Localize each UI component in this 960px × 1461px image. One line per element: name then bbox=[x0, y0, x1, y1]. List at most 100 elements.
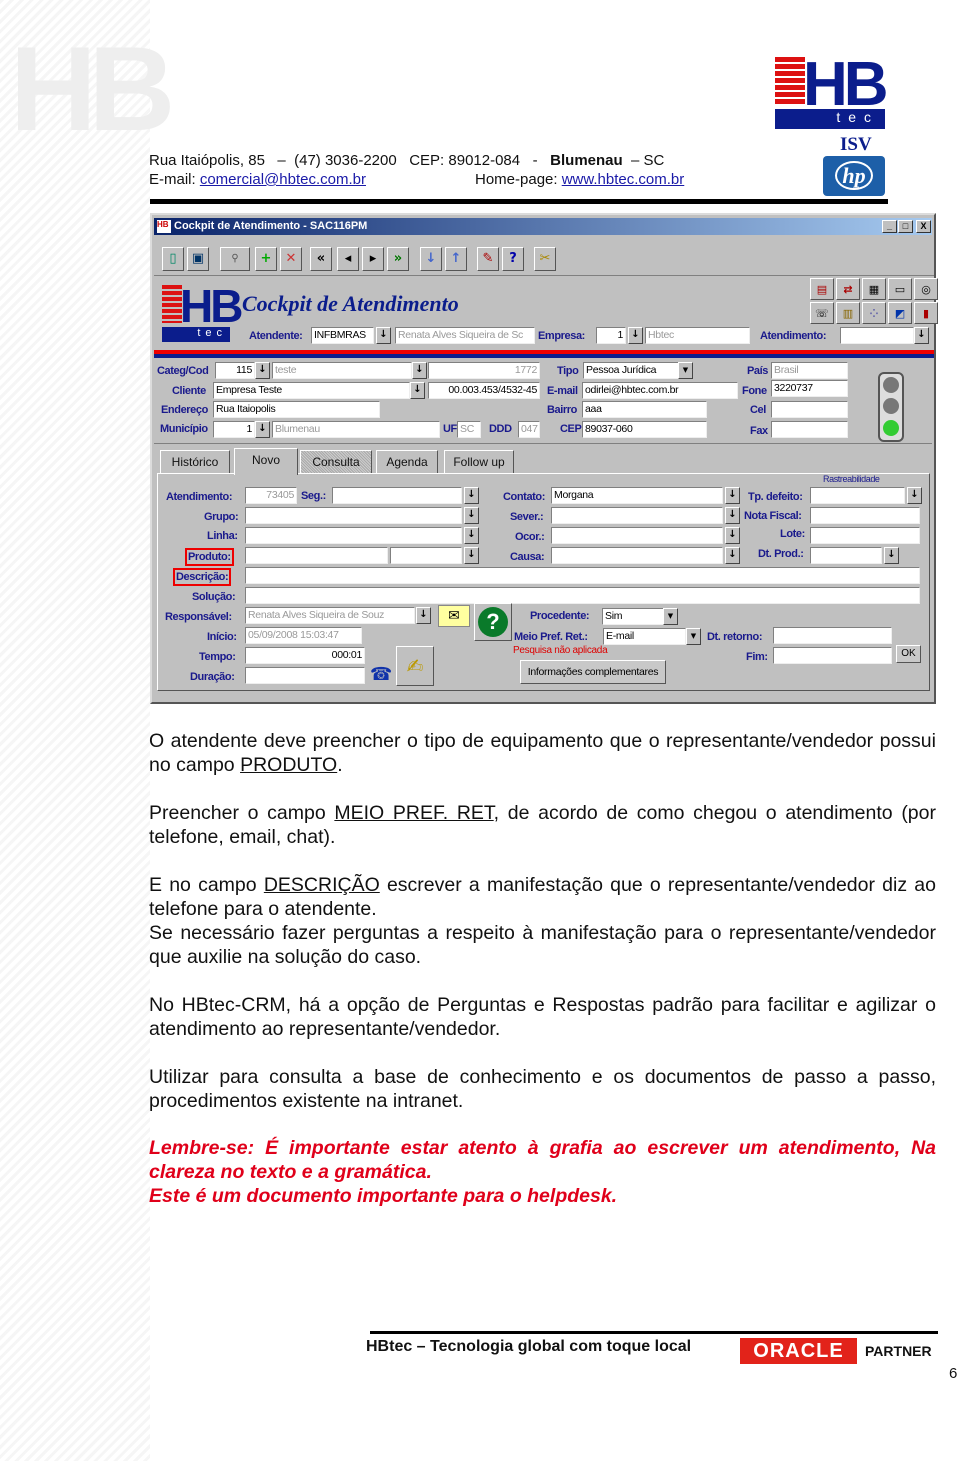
first-icon[interactable]: « bbox=[310, 247, 332, 271]
contato-lookup-button[interactable]: ↓ bbox=[725, 487, 740, 504]
fim-input[interactable] bbox=[773, 647, 892, 664]
atendimento-input[interactable]: 73405 bbox=[245, 487, 297, 504]
email-input[interactable]: odirlei@hbtec.com.br bbox=[582, 382, 738, 399]
procedente-select[interactable]: Sim bbox=[602, 608, 664, 625]
ocor-lookup-button[interactable]: ↓ bbox=[725, 527, 740, 544]
inicio-input[interactable]: 05/09/2008 15:03:47 bbox=[245, 627, 362, 644]
empresa-name-input[interactable]: Hbtec bbox=[645, 327, 750, 344]
produto-input[interactable] bbox=[245, 547, 388, 564]
tempo-input[interactable]: 000:01 bbox=[245, 647, 365, 664]
categ-number-input[interactable]: 1772 bbox=[428, 362, 540, 379]
telephone-icon[interactable]: ☎ bbox=[370, 664, 392, 686]
sever-input[interactable] bbox=[551, 507, 723, 524]
ocor-input[interactable] bbox=[551, 527, 723, 544]
procedente-dropdown-arrow[interactable]: ▼ bbox=[663, 608, 678, 625]
pais-input[interactable]: Brasil bbox=[771, 362, 848, 379]
empresa-lookup-button[interactable]: ↓ bbox=[628, 327, 643, 344]
dt-prod-picker-button[interactable]: ↓ bbox=[884, 547, 899, 564]
grupo-lookup-button[interactable]: ↓ bbox=[464, 507, 479, 524]
ddd-input[interactable]: 047 bbox=[518, 421, 540, 438]
delete-icon[interactable]: ✕ bbox=[280, 247, 302, 271]
municipio-lookup-button[interactable]: ↓ bbox=[255, 421, 270, 438]
help-icon[interactable]: ? bbox=[502, 247, 524, 271]
up-icon[interactable]: ↑ bbox=[445, 247, 467, 271]
help-button[interactable]: ? bbox=[474, 603, 512, 641]
cliente-lookup-button[interactable]: ↓ bbox=[410, 382, 425, 399]
edit-icon[interactable]: ✎ bbox=[477, 247, 499, 271]
atendimento-header-input[interactable] bbox=[840, 327, 914, 344]
last-icon[interactable]: » bbox=[387, 247, 409, 271]
briefcase-icon[interactable]: ▥ bbox=[836, 302, 860, 324]
responsavel-input[interactable]: Renata Alves Siqueira de Souz bbox=[245, 607, 415, 624]
contato-input[interactable]: Morgana bbox=[551, 487, 723, 504]
chart-icon[interactable]: ◩ bbox=[888, 302, 912, 324]
next-icon[interactable]: ▸ bbox=[362, 247, 384, 271]
search-icon[interactable]: ◎ bbox=[914, 278, 938, 300]
descricao-input[interactable] bbox=[245, 567, 920, 584]
atendimento-header-dropdown[interactable]: ↓ bbox=[914, 327, 929, 344]
cnpj-input[interactable]: 00.003.453/4532-45 bbox=[428, 382, 540, 399]
duracao-input[interactable] bbox=[245, 667, 365, 684]
email-link[interactable]: comercial@hbtec.com.br bbox=[200, 171, 366, 188]
tab-follow-up[interactable]: Follow up bbox=[444, 450, 514, 474]
tp-defeito-input[interactable] bbox=[810, 487, 905, 504]
municipio-name-input[interactable]: Blumenau bbox=[272, 421, 440, 438]
email-envelope-icon[interactable]: ✉ bbox=[438, 605, 470, 627]
linha-input[interactable] bbox=[245, 527, 462, 544]
document-icon[interactable]: ▤ bbox=[810, 278, 834, 300]
books-icon[interactable]: ▮ bbox=[914, 302, 938, 324]
fax-input[interactable] bbox=[771, 421, 848, 438]
meio-pref-ret-select[interactable]: E-mail bbox=[603, 628, 686, 645]
sign-pen-icon[interactable]: ✍ bbox=[396, 646, 434, 686]
cliente-input[interactable]: Empresa Teste bbox=[213, 382, 410, 399]
cep-input[interactable]: 89037-060 bbox=[582, 421, 707, 438]
responsavel-lookup-button[interactable]: ↓ bbox=[416, 607, 431, 624]
printer-icon[interactable]: ▭ bbox=[888, 278, 912, 300]
empresa-code-input[interactable]: 1 bbox=[596, 327, 626, 344]
categ-name-input[interactable]: teste bbox=[272, 362, 412, 379]
homepage-link[interactable]: www.hbtec.com.br bbox=[562, 171, 685, 188]
tp-defeito-lookup-button[interactable]: ↓ bbox=[907, 487, 922, 504]
add-icon[interactable]: + bbox=[255, 247, 277, 271]
atendente-lookup-button[interactable]: ↓ bbox=[376, 327, 391, 344]
down-icon[interactable]: ↓ bbox=[420, 247, 442, 271]
maximize-button[interactable]: □ bbox=[898, 220, 913, 233]
seg-lookup-button[interactable]: ↓ bbox=[464, 487, 479, 504]
causa-input[interactable] bbox=[551, 547, 723, 564]
tab-consulta[interactable]: Consulta bbox=[300, 450, 372, 474]
causa-lookup-button[interactable]: ↓ bbox=[725, 547, 740, 564]
close-button[interactable]: X bbox=[916, 220, 931, 233]
bairro-input[interactable]: aaa bbox=[582, 401, 707, 418]
atendente-code-input[interactable]: INFBMRAS bbox=[311, 327, 374, 344]
dt-prod-input[interactable] bbox=[810, 547, 882, 564]
categ-name-lookup-button[interactable]: ↓ bbox=[412, 362, 427, 379]
grid-icon[interactable]: ⁘ bbox=[862, 302, 886, 324]
municipio-code-input[interactable]: 1 bbox=[213, 421, 255, 438]
form-icon[interactable]: ▦ bbox=[862, 278, 886, 300]
meio-pref-ret-dropdown-arrow[interactable]: ▼ bbox=[686, 628, 701, 645]
linha-lookup-button[interactable]: ↓ bbox=[464, 527, 479, 544]
previous-icon[interactable]: ◂ bbox=[337, 247, 359, 271]
tab-novo[interactable]: Novo bbox=[234, 448, 298, 475]
exit-icon[interactable]: ▯ bbox=[162, 247, 184, 271]
tools-icon[interactable]: ✂ bbox=[534, 247, 556, 271]
tipo-select[interactable]: Pessoa Jurídica bbox=[583, 362, 679, 379]
lote-input[interactable] bbox=[810, 527, 920, 544]
phone-icon[interactable]: ☏ bbox=[810, 302, 834, 324]
nota-fiscal-input[interactable] bbox=[810, 507, 920, 524]
grupo-input[interactable] bbox=[245, 507, 462, 524]
atendente-name-input[interactable]: Renata Alves Siqueira de Sc bbox=[395, 327, 535, 344]
transfer-icon[interactable]: ⇄ bbox=[836, 278, 860, 300]
save-icon[interactable]: ▣ bbox=[187, 247, 209, 271]
endereco-input[interactable]: Rua Itaiopolis bbox=[213, 401, 380, 418]
query-icon[interactable]: ⚲ bbox=[220, 247, 250, 271]
cel-input[interactable] bbox=[771, 401, 848, 418]
minimize-button[interactable]: _ bbox=[882, 220, 897, 233]
dt-retorno-input[interactable] bbox=[773, 627, 892, 644]
fone-input[interactable]: 3220737 bbox=[771, 380, 848, 397]
categ-lookup-button[interactable]: ↓ bbox=[255, 362, 270, 379]
uf-input[interactable]: SC bbox=[457, 421, 481, 438]
tab-agenda[interactable]: Agenda bbox=[376, 450, 438, 474]
tab-historico[interactable]: Histórico bbox=[160, 450, 230, 474]
produto-lookup-button[interactable]: ↓ bbox=[464, 547, 479, 564]
